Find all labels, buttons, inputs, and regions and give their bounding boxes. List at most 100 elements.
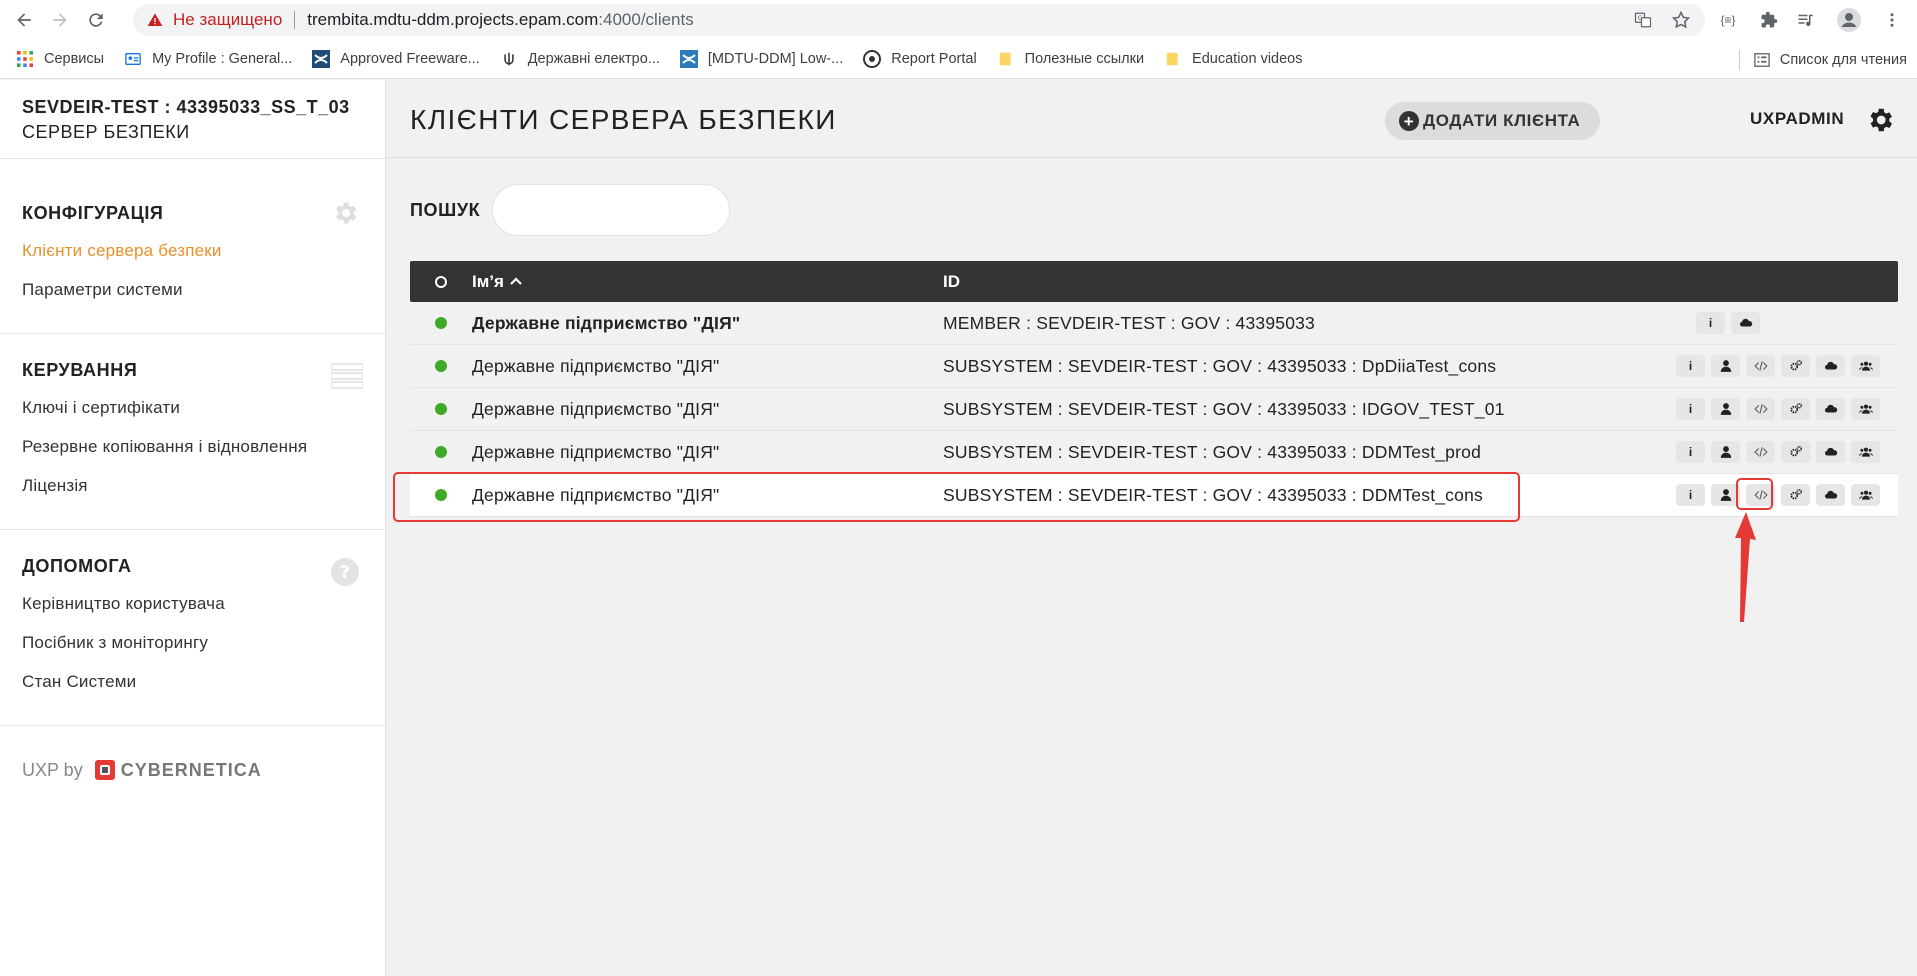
brand-prefix: UXP by xyxy=(22,759,83,780)
settings-gear-icon[interactable] xyxy=(1865,105,1895,135)
folder-icon xyxy=(1164,50,1182,68)
status-dot xyxy=(435,317,447,329)
profile-avatar-icon[interactable] xyxy=(1835,6,1863,34)
reload-icon[interactable] xyxy=(80,4,112,36)
cloud-icon[interactable] xyxy=(1816,355,1845,377)
search-input[interactable] xyxy=(492,184,731,236)
cybernetica-logo: CYBERNETICA xyxy=(93,758,262,782)
info-icon[interactable]: i xyxy=(1676,355,1705,377)
row-actions: i xyxy=(1676,355,1880,377)
row-actions: i xyxy=(1696,312,1760,334)
table-row[interactable]: Державне підприємство "ДІЯ" SUBSYSTEM : … xyxy=(410,388,1898,431)
name-column-header[interactable]: Ім’я xyxy=(472,272,943,292)
server-rack-icon xyxy=(331,363,363,389)
client-name: Державне підприємство "ДІЯ" xyxy=(472,312,741,333)
table-row[interactable]: Державне підприємство "ДІЯ" MEMBER : SEV… xyxy=(410,302,1898,345)
code-button-annotation-box xyxy=(1736,478,1773,510)
section-title: ДОПОМОГА xyxy=(22,556,132,576)
security-warning[interactable]: Не защищено xyxy=(147,10,282,30)
back-icon[interactable] xyxy=(8,4,40,36)
cybernetica-logo-icon xyxy=(94,760,115,780)
status-dot xyxy=(435,360,447,372)
sidebar-item-system-parameters[interactable]: Параметри системи xyxy=(22,280,363,300)
table-row[interactable]: Державне підприємство "ДІЯ" SUBSYSTEM : … xyxy=(410,345,1898,388)
divider xyxy=(294,11,296,29)
status-cell xyxy=(410,317,472,329)
bookmark-education-videos[interactable]: Education videos xyxy=(1164,50,1302,68)
bookmark-label: Сервисы xyxy=(44,51,105,67)
address-bar[interactable]: Не защищено trembita.mdtu-ddm.projects.e… xyxy=(133,4,1705,36)
cogs-icon[interactable] xyxy=(1781,355,1810,377)
warning-triangle-icon xyxy=(147,13,163,26)
bookmark-approved-freeware[interactable]: Approved Freeware... xyxy=(312,50,480,68)
main-content: КЛІЄНТИ СЕРВЕРА БЕЗПЕКИ + ДОДАТИ КЛІЄНТА… xyxy=(387,80,1917,976)
users-group-icon[interactable] xyxy=(1851,441,1880,463)
add-client-button[interactable]: + ДОДАТИ КЛІЄНТА xyxy=(1385,102,1601,140)
security-warning-text: Не защищено xyxy=(173,10,283,29)
json-extension-icon[interactable]: {≡} xyxy=(1714,6,1742,34)
status-column-header xyxy=(410,275,472,288)
info-icon[interactable]: i xyxy=(1696,312,1725,334)
bookmark-label: Державні електро... xyxy=(527,51,660,67)
media-queue-icon[interactable] xyxy=(1792,6,1820,34)
cogs-icon[interactable] xyxy=(1781,441,1810,463)
code-icon[interactable] xyxy=(1746,441,1775,463)
cogs-icon[interactable] xyxy=(1781,398,1810,420)
users-group-icon[interactable] xyxy=(1851,484,1880,506)
bookmark-report-portal[interactable]: Report Portal xyxy=(863,50,977,68)
id-column-header[interactable]: ID xyxy=(943,272,1898,292)
column-label: Ім’я xyxy=(472,271,504,291)
sidebar-item-clients[interactable]: Клієнти сервера безпеки xyxy=(22,241,363,261)
page-title: КЛІЄНТИ СЕРВЕРА БЕЗПЕКИ xyxy=(410,104,837,135)
reading-list[interactable]: Список для чтения xyxy=(1738,50,1907,70)
info-icon[interactable]: i xyxy=(1676,484,1705,506)
status-cell xyxy=(410,360,472,372)
bookmark-useful-links[interactable]: Полезные ссылки xyxy=(997,50,1144,68)
username[interactable]: UXPADMIN xyxy=(1750,109,1844,129)
code-icon[interactable] xyxy=(1746,398,1775,420)
section-help: ДОПОМОГА ? Керівництво користувача Посіб… xyxy=(0,530,385,726)
cloud-icon[interactable] xyxy=(1816,484,1845,506)
users-group-icon[interactable] xyxy=(1851,355,1880,377)
browser-menu-icon[interactable] xyxy=(1878,6,1906,34)
help-icon: ? xyxy=(331,558,359,586)
user-icon[interactable] xyxy=(1711,441,1740,463)
bookmark-services[interactable]: Сервисы xyxy=(16,50,104,68)
footer-brand: UXP by CYBERNETICA xyxy=(0,726,385,814)
sidebar-item-backup-restore[interactable]: Резервне копіювання і відновлення xyxy=(22,437,363,457)
bookmark-star-icon[interactable] xyxy=(1671,10,1691,30)
sidebar-item-system-status[interactable]: Стан Системи xyxy=(22,672,363,692)
status-ring-icon xyxy=(435,275,447,288)
cloud-icon[interactable] xyxy=(1731,312,1760,334)
bookmark-label: [MDTU-DDM] Low-... xyxy=(707,51,844,67)
forward-icon[interactable] xyxy=(44,4,76,36)
cloud-icon[interactable] xyxy=(1816,441,1845,463)
status-dot xyxy=(435,403,447,415)
bookmark-label: My Profile : General... xyxy=(152,51,293,67)
user-icon[interactable] xyxy=(1711,398,1740,420)
bookmark-label: Report Portal xyxy=(891,51,977,67)
sidebar-item-keys-certificates[interactable]: Ключі і сертифікати xyxy=(22,398,363,418)
bookmark-mdtu-ddm[interactable]: [MDTU-DDM] Low-... xyxy=(679,50,844,68)
info-icon[interactable]: i xyxy=(1676,441,1705,463)
extensions-puzzle-icon[interactable] xyxy=(1755,6,1783,34)
reading-list-label: Список для чтения xyxy=(1779,52,1907,68)
status-dot xyxy=(435,446,447,458)
table-row[interactable]: Державне підприємство "ДІЯ" SUBSYSTEM : … xyxy=(410,431,1898,474)
info-icon[interactable]: i xyxy=(1676,398,1705,420)
cloud-icon[interactable] xyxy=(1816,398,1845,420)
gear-icon xyxy=(336,202,357,224)
server-info: SEVDEIR-TEST : 43395033_SS_T_03 СЕРВЕР Б… xyxy=(0,80,385,159)
bookmark-state-services[interactable]: Державні електро... xyxy=(500,50,660,68)
translate-icon[interactable]: G xyxy=(1633,10,1653,30)
users-group-icon[interactable] xyxy=(1851,398,1880,420)
code-icon[interactable] xyxy=(1746,355,1775,377)
bookmark-my-profile[interactable]: My Profile : General... xyxy=(124,50,292,68)
user-icon[interactable] xyxy=(1711,355,1740,377)
cogs-icon[interactable] xyxy=(1781,484,1810,506)
confluence-icon xyxy=(679,50,698,68)
sidebar-item-monitoring-guide[interactable]: Посібник з моніторингу xyxy=(22,633,363,653)
url-path: :4000/clients xyxy=(598,10,694,29)
sidebar-item-license[interactable]: Ліцензія xyxy=(22,476,363,496)
sidebar-item-user-guide[interactable]: Керівництво користувача xyxy=(22,594,363,614)
